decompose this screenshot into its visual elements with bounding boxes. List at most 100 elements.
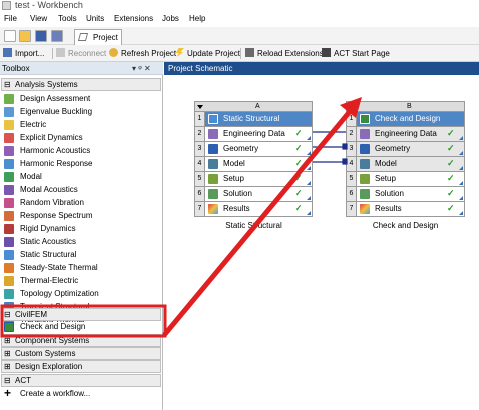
cell-label: Check and Design	[375, 114, 441, 123]
cell-setup[interactable]: 5 Setup ✓	[194, 172, 313, 187]
check-and-design-icon	[4, 322, 14, 332]
static-structural-icon	[208, 114, 218, 124]
cell-number: 5	[195, 172, 205, 186]
reload-extensions-icon	[245, 48, 254, 57]
dropdown-arrow-icon[interactable]	[349, 105, 355, 109]
group-label: Custom Systems	[15, 349, 76, 358]
toolbox-item-label: Harmonic Acoustics	[20, 146, 91, 155]
menu-view[interactable]: View	[30, 14, 47, 23]
tab-project[interactable]: Project	[74, 29, 122, 45]
cell-geometry[interactable]: 3 Geometry ✓	[194, 142, 313, 157]
cell-number: 2	[195, 127, 205, 141]
toolbox-header: Toolbox ▾ ᵠ ✕	[0, 62, 163, 75]
dropdown-arrow-icon[interactable]	[197, 105, 203, 109]
reload-label: Reload Extensions	[257, 49, 324, 58]
cell-label: Geometry	[375, 144, 411, 153]
lightning-icon	[175, 48, 184, 57]
toolbox-item-label: Electric	[20, 120, 47, 129]
menu-extensions[interactable]: Extensions	[114, 14, 153, 23]
menu-tools[interactable]: Tools	[58, 14, 77, 23]
check-icon: ✓	[295, 143, 303, 153]
group-custom-systems[interactable]: ⊞ Custom Systems	[1, 347, 161, 360]
design-assessment-icon	[4, 94, 14, 104]
toolbox-item-label: Rigid Dynamics	[20, 224, 76, 233]
group-label: Analysis Systems	[15, 80, 78, 89]
check-icon: ✓	[447, 188, 455, 198]
toolbox-item-label: Harmonic Response	[20, 159, 93, 168]
group-act[interactable]: ⊟ ACT	[1, 374, 161, 387]
cell-engineering-data[interactable]: 2 Engineering Data ✓	[346, 127, 465, 142]
setup-icon	[208, 174, 218, 184]
corner-triangle-icon	[307, 181, 311, 185]
save-icon[interactable]	[35, 30, 47, 42]
system-header[interactable]: A	[194, 101, 313, 112]
expand-icon: ⊞	[4, 336, 11, 345]
system-header[interactable]: B	[346, 101, 465, 112]
update-project-button[interactable]: Update Project	[175, 48, 240, 60]
cell-solution[interactable]: 6 Solution ✓	[194, 187, 313, 202]
group-civilfem[interactable]: ⊟ CivilFEM	[1, 308, 161, 321]
cell-label: Model	[375, 159, 397, 168]
toolbox-item-label: Static Structural	[20, 250, 77, 259]
check-icon: ✓	[447, 203, 455, 213]
standard-toolbar: Project	[0, 27, 479, 45]
reconnect-icon	[56, 48, 65, 57]
cell-label: Results	[375, 204, 402, 213]
cell-geometry[interactable]: 3 Geometry ✓	[346, 142, 465, 157]
schematic-title: Project Schematic	[168, 64, 233, 73]
cell-solution[interactable]: 6 Solution ✓	[346, 187, 465, 202]
system-caption[interactable]: Check and Design	[346, 221, 465, 230]
menu-units[interactable]: Units	[86, 14, 104, 23]
cell-label: Setup	[375, 174, 396, 183]
cell-engineering-data[interactable]: 2 Engineering Data ✓	[194, 127, 313, 142]
cell-label: Solution	[223, 189, 252, 198]
corner-triangle-icon	[459, 166, 463, 170]
cell-number: 5	[347, 172, 357, 186]
group-analysis-systems[interactable]: ⊟ Analysis Systems	[1, 78, 161, 91]
menu-file[interactable]: File	[4, 14, 17, 23]
open-folder-icon[interactable]	[19, 30, 31, 42]
cell-setup[interactable]: 5 Setup ✓	[346, 172, 465, 187]
static-structural-icon	[4, 250, 14, 260]
cell-number: 7	[347, 202, 357, 216]
new-file-icon[interactable]	[4, 30, 16, 42]
save-as-icon[interactable]	[51, 30, 63, 42]
cell-static-structural[interactable]: 1 Static Structural	[194, 112, 313, 127]
group-design-exploration[interactable]: ⊞ Design Exploration	[1, 360, 161, 373]
model-icon	[360, 159, 370, 169]
harmonic-acoustics-icon	[4, 146, 14, 156]
cell-results[interactable]: 7 Results ✓	[346, 202, 465, 217]
cell-check-and-design[interactable]: 1 Check and Design	[346, 112, 465, 127]
corner-triangle-icon	[307, 166, 311, 170]
cell-number: 6	[195, 187, 205, 201]
toolbox-item-label: Random Vibration	[20, 198, 84, 207]
group-component-systems[interactable]: ⊞ Component Systems	[1, 334, 161, 347]
modal-icon	[4, 172, 14, 182]
cell-number: 7	[195, 202, 205, 216]
cell-model[interactable]: 4 Model ✓	[346, 157, 465, 172]
menu-jobs[interactable]: Jobs	[162, 14, 179, 23]
toolbox-window-controls[interactable]: ▾ ᵠ ✕	[132, 64, 151, 73]
reload-extensions-button[interactable]: Reload Extensions	[245, 48, 324, 60]
toolbox-item-label: Static Acoustics	[20, 237, 77, 246]
geometry-icon	[360, 144, 370, 154]
system-caption[interactable]: Static Structural	[194, 221, 313, 230]
collapse-icon: ⊟	[4, 310, 11, 319]
act-start-page-button[interactable]: ACT Start Page	[322, 48, 390, 60]
expand-icon: ⊞	[4, 349, 11, 358]
cell-model[interactable]: 4 Model ✓	[194, 157, 313, 172]
group-label: Design Exploration	[15, 362, 83, 371]
cell-number: 4	[195, 157, 205, 171]
project-schematic-panel: Project Schematic A 1 Static Structural 2…	[164, 62, 479, 410]
corner-triangle-icon	[307, 151, 311, 155]
refresh-project-button[interactable]: Refresh Project	[109, 48, 176, 60]
random-vibration-icon	[4, 198, 14, 208]
toolbox-item-label: Steady-State Thermal	[20, 263, 98, 272]
reconnect-button[interactable]: Reconnect	[56, 48, 106, 60]
menu-help[interactable]: Help	[189, 14, 205, 23]
model-icon	[208, 159, 218, 169]
import-icon	[3, 48, 12, 57]
import-button[interactable]: Import...	[3, 48, 44, 60]
cell-results[interactable]: 7 Results ✓	[194, 202, 313, 217]
refresh-label: Refresh Project	[121, 49, 177, 58]
